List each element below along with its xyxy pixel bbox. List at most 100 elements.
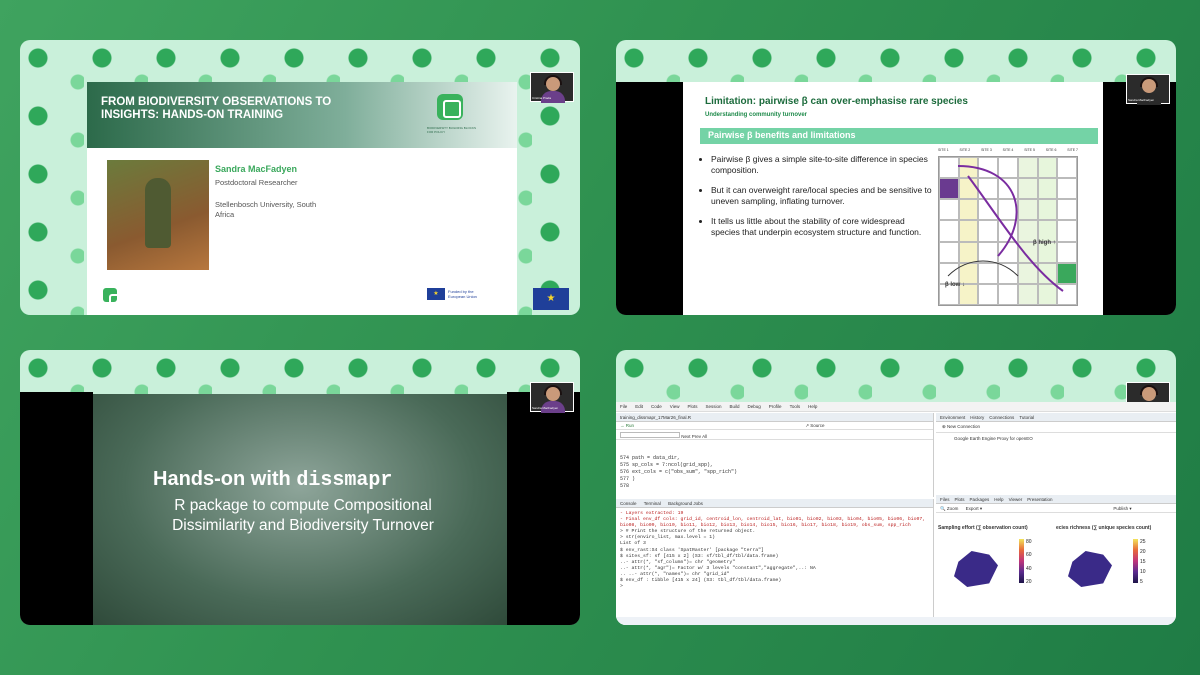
console-line: - Final env_df cols: grid_id, centroid_l… (620, 517, 926, 529)
console-tabs: Console Terminal Background Jobs (616, 499, 933, 508)
plots-toolbar: 🔍 Zoom Export ▾ Publish ▾ (936, 504, 1176, 513)
tab-background-jobs[interactable]: Background Jobs (668, 501, 703, 506)
find-bar[interactable]: Next Prev All (616, 430, 933, 440)
plots-tab[interactable]: Files (940, 497, 950, 502)
eu-flag-large-icon: ★ (533, 288, 569, 310)
beta-slide: Limitation: pairwise β can over-emphasis… (683, 82, 1103, 315)
env-tab[interactable]: Environment (940, 415, 965, 420)
editor-pane: training_dissmapr_17Mar26_final.R → Run … (616, 413, 934, 497)
bullet-item: It tells us little about the stability o… (711, 216, 933, 238)
console-line: > (620, 584, 623, 590)
b-cubed-logo-icon (437, 94, 463, 120)
slide-panel-dissmapr: Sandra MacFadyen Hands-on with dissmapr … (20, 350, 580, 625)
menu-item[interactable]: Profile (769, 404, 782, 409)
colorbar-tick: 20 (1026, 579, 1032, 585)
letterbox-right (507, 392, 580, 625)
participant-name: Cristina Prada (532, 96, 552, 100)
code-line: 575 sp_cols = 7:ncol(grid_spp), (620, 462, 714, 468)
bullet-item: But it can overweight rare/local species… (711, 185, 933, 207)
rstudio-window: File Edit Code View Plots Session Build Debug Pr… (616, 402, 1176, 625)
menu-item[interactable]: Build (730, 404, 740, 409)
env-tab[interactable]: History (970, 415, 984, 420)
find-all-button[interactable]: All (702, 434, 707, 439)
menu-bar: File Edit Code View Plots Session Build Debug Pr… (616, 402, 1176, 412)
code-line: 577 ) (620, 476, 636, 482)
code-line: 574 path = data_dir, (620, 455, 681, 461)
colorbar-tick: 40 (1026, 565, 1032, 572)
funding-text: Funded by the European Union (448, 289, 477, 299)
slide-panel-title: Cristina Prada FROM BIODIVERSITY OBSERVA… (20, 40, 580, 315)
slide-title: Limitation: pairwise β can over-emphasis… (705, 96, 968, 107)
species-richness-map (1068, 551, 1112, 587)
menu-item[interactable]: Debug (748, 404, 761, 409)
plots-pane: Files Plots Packages Help Viewer Presentation… (936, 495, 1176, 625)
sampling-effort-map (954, 551, 998, 587)
env-tab[interactable]: Tutorial (1019, 415, 1034, 420)
participant-name: Sandra MacFadyen (1128, 98, 1155, 102)
menu-item[interactable]: Plots (687, 404, 697, 409)
colorbar-tick: 5 (1140, 579, 1143, 585)
presenter-name: Sandra MacFadyen (215, 164, 298, 174)
tab-terminal[interactable]: Terminal (644, 501, 661, 506)
find-next-button[interactable]: Next (681, 434, 690, 439)
source-button[interactable]: ↗ Source (805, 423, 824, 428)
env-tab[interactable]: Connections (989, 415, 1014, 420)
site-headers: SITE 1 SITE 2 SITE 3 SITE 4 SITE 5 SITE 6 SITE… (938, 148, 1078, 152)
menu-item[interactable]: File (620, 404, 627, 409)
presenter-photo (107, 160, 209, 270)
plot1-title: Sampling effort (∑ observation count) (938, 525, 1028, 531)
run-button[interactable]: → Run (620, 423, 634, 428)
plots-tab[interactable]: Viewer (1009, 497, 1023, 502)
menu-item[interactable]: Session (706, 404, 722, 409)
connection-item[interactable]: Google Earth Engine Proxy for openEO (936, 433, 1176, 444)
console-output[interactable]: - Layers extracted: 19- Final env_df col… (616, 508, 933, 593)
export-button[interactable]: Export ▾ (966, 506, 983, 511)
menu-item[interactable]: Code (651, 404, 662, 409)
plots-tabs: Files Plots Packages Help Viewer Presentation (936, 495, 1176, 504)
code-view[interactable]: 574 path = data_dir, 575 sp_cols = 7:ncol… (620, 455, 737, 490)
tab-console[interactable]: Console (620, 501, 637, 506)
slide-subtitle: R package to compute Compositional Dissi… (172, 497, 434, 534)
editor-toolbar: → Run ↗ Source (616, 422, 933, 430)
menu-item[interactable]: Help (808, 404, 817, 409)
colorbar (1019, 539, 1024, 583)
forest-title-slide: Hands-on with dissmapr R package to comp… (93, 394, 507, 625)
environment-pane: Environment History Connections Tutorial ⊕ … (936, 413, 1176, 493)
participant-video-thumbnail[interactable]: Sandra MacFadyen (1126, 74, 1170, 105)
menu-item[interactable]: Tools (790, 404, 801, 409)
title-slide: FROM BIODIVERSITY OBSERVATIONS TO INSIGH… (87, 82, 517, 315)
plots-tab[interactable]: Packages (970, 497, 990, 502)
publish-button[interactable]: Publish ▾ (1113, 506, 1131, 511)
colorbar-tick: 80 (1026, 539, 1032, 545)
colorbar-tick: 15 (1140, 559, 1146, 565)
eu-flag-icon: ★ (427, 288, 445, 300)
plots-tab[interactable]: Help (994, 497, 1003, 502)
small-logo-icon (103, 288, 127, 312)
menu-item[interactable]: Edit (635, 404, 643, 409)
participant-video-thumbnail[interactable]: Sandra MacFadyen (530, 382, 574, 413)
logo-caption: BIODIVERSITY BUILDING BLOCKS FOR POLICY (427, 126, 476, 134)
colorbar-tick: 10 (1140, 569, 1146, 575)
plots-tab[interactable]: Presentation (1027, 497, 1052, 502)
environment-tabs: Environment History Connections Tutorial (936, 413, 1176, 422)
plots-tab[interactable]: Plots (955, 497, 965, 502)
find-prev-button[interactable]: Prev (692, 434, 701, 439)
new-connection-button[interactable]: ⊕ New Connection (936, 422, 1176, 433)
slide-subtitle: Understanding community turnover (705, 112, 808, 118)
letterbox-left (20, 392, 93, 625)
colorbar-tick: 20 (1140, 549, 1146, 555)
menu-item[interactable]: View (670, 404, 680, 409)
code-line: 576 ext_cols = c("obs_sum", "spp_rich") (620, 469, 738, 475)
participant-video-thumbnail[interactable]: Cristina Prada (530, 72, 574, 103)
zoom-button[interactable]: 🔍 Zoom (940, 506, 958, 511)
editor-tab[interactable]: training_dissmapr_17Mar26_final.R (616, 413, 933, 422)
bullet-list: Pairwise β gives a simple site-to-site d… (711, 154, 933, 247)
plot2-title: ecies richness (∑ unique species count) (1056, 525, 1152, 531)
slide-headline: Hands-on with dissmapr (153, 468, 393, 492)
beta-low-label: β low ↓ (945, 282, 965, 288)
colorbar-tick: 25 (1140, 539, 1146, 545)
letterbox-left (616, 82, 683, 315)
section-bar: Pairwise β benefits and limitations (700, 128, 1098, 144)
bullet-item: Pairwise β gives a simple site-to-site d… (711, 154, 933, 176)
presenter-role: Postdoctoral Researcher (215, 178, 298, 187)
